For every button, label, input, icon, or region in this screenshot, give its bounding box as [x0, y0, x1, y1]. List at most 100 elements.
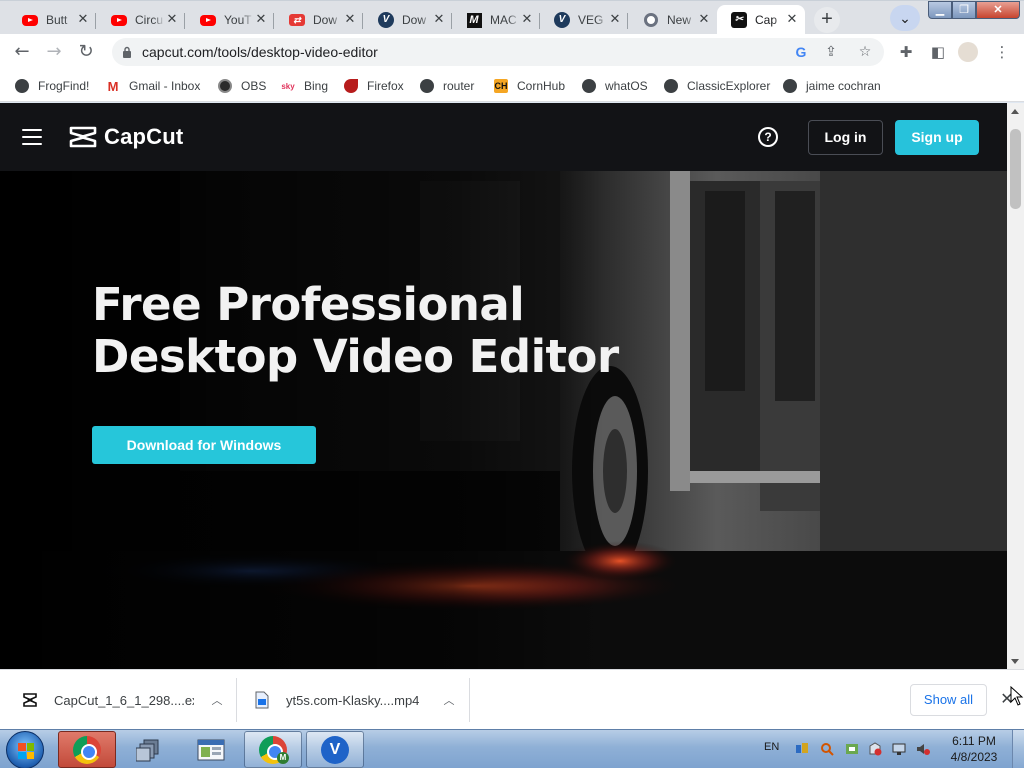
close-icon[interactable]: ✕: [343, 13, 357, 27]
forward-arrow-icon[interactable]: →: [40, 38, 68, 66]
taskbar-chrome-profile[interactable]: M: [244, 731, 302, 768]
v-icon: V: [554, 12, 570, 28]
extensions-puzzle-icon[interactable]: ✚: [896, 42, 916, 62]
windows-stack-icon: [136, 739, 159, 761]
close-icon[interactable]: ✕: [608, 13, 622, 27]
tab-title: VEG: [578, 13, 604, 27]
tab-6[interactable]: M MAC ✕: [452, 5, 540, 35]
search-magnifier-icon[interactable]: [820, 742, 834, 756]
brand-name: CapCut: [104, 124, 184, 149]
tab-2[interactable]: Circu ✕: [97, 5, 185, 35]
tab-3[interactable]: YouT ✕: [186, 5, 274, 35]
tab-search-chevron-icon[interactable]: ⌄: [890, 5, 920, 31]
scroll-down-arrow-icon[interactable]: [1011, 659, 1019, 664]
windows-flag-icon: [18, 743, 34, 759]
network-monitor-icon[interactable]: [892, 742, 906, 756]
page-scrollbar[interactable]: [1007, 103, 1024, 669]
close-icon[interactable]: ✕: [697, 13, 711, 27]
tab-title: Butt: [46, 13, 68, 27]
shield-tray-icon[interactable]: [845, 742, 859, 756]
language-indicator[interactable]: EN: [764, 741, 779, 753]
hero-title-line-2: Desktop Video Editor: [92, 330, 619, 383]
bookmark-whatos[interactable]: whatOS: [582, 76, 648, 96]
volume-muted-icon[interactable]: [916, 742, 930, 756]
bookmark-label: Bing: [304, 79, 329, 93]
taskbar-chrome-active[interactable]: [58, 731, 116, 768]
bookmark-obs[interactable]: OBS: [218, 76, 266, 96]
gmail-icon: M: [106, 78, 120, 94]
google-translate-icon[interactable]: G: [792, 43, 810, 61]
url-text[interactable]: capcut.com/tools/desktop-video-editor: [142, 38, 378, 66]
bookmark-label: Gmail - Inbox: [129, 79, 201, 93]
system-clock[interactable]: 6:11 PM 4/8/2023: [944, 733, 1004, 765]
download-for-windows-button[interactable]: Download for Windows: [92, 426, 316, 464]
action-center-alert-icon[interactable]: [868, 742, 882, 756]
close-icon[interactable]: ✕: [165, 13, 179, 27]
show-all-downloads-button[interactable]: Show all: [910, 684, 987, 716]
close-icon[interactable]: ✕: [432, 13, 446, 27]
bookmark-jaime-cochran[interactable]: jaime cochran: [783, 76, 881, 96]
bookmark-router[interactable]: router: [420, 76, 474, 96]
bookmark-star-icon[interactable]: ☆: [856, 43, 874, 61]
download-item-capcut[interactable]: CapCut_1_6_1_298....exe ︿: [22, 678, 224, 722]
side-panel-icon[interactable]: ◧: [928, 42, 948, 62]
window-minimize-button[interactable]: ▁: [928, 1, 952, 19]
taskbar-task-view[interactable]: [120, 731, 178, 768]
close-icon[interactable]: ✕: [520, 13, 534, 27]
download-item-mp4[interactable]: yt5s.com-Klasky....mp4 ︿: [254, 678, 456, 722]
obs-icon: [218, 79, 232, 93]
tab-1[interactable]: Butt ✕: [8, 5, 96, 35]
back-arrow-icon[interactable]: ←: [8, 38, 36, 66]
help-icon[interactable]: ?: [758, 127, 778, 147]
show-desktop-button[interactable]: [1012, 730, 1024, 768]
ch-icon: CH: [494, 79, 508, 93]
tab-8[interactable]: New ✕: [629, 5, 717, 35]
window-restore-button[interactable]: ❐: [952, 1, 976, 19]
taskbar-v-app[interactable]: V: [306, 731, 364, 768]
tab-title: MAC: [490, 13, 517, 27]
hero-section: Free Professional Desktop Video Editor D…: [0, 171, 1007, 669]
profile-badge: M: [277, 752, 289, 764]
scroll-up-arrow-icon[interactable]: [1011, 109, 1019, 114]
window-close-button[interactable]: ✕: [976, 1, 1020, 19]
bookmark-cornhub[interactable]: CH CornHub: [494, 76, 565, 96]
windows-taskbar: M V EN 6:11 PM 4/8/2023: [0, 729, 1024, 768]
bookmark-bing[interactable]: sky Bing: [281, 76, 328, 96]
close-icon[interactable]: ✕: [254, 13, 268, 27]
address-bar[interactable]: capcut.com/tools/desktop-video-editor G …: [112, 38, 884, 66]
login-button[interactable]: Log in: [808, 120, 883, 155]
close-icon[interactable]: ✕: [785, 13, 799, 27]
start-button[interactable]: [6, 731, 44, 768]
globe-icon: [664, 79, 678, 93]
close-icon[interactable]: ✕: [76, 13, 90, 27]
bookmark-firefox[interactable]: Firefox: [344, 76, 404, 96]
bookmark-frogfind[interactable]: FrogFind!: [15, 76, 89, 96]
reload-icon[interactable]: ↻: [72, 38, 100, 66]
tab-4[interactable]: ⇄ Dow ✕: [275, 5, 363, 35]
chevron-up-icon[interactable]: ︿: [210, 692, 224, 708]
chevron-up-icon[interactable]: ︿: [442, 692, 456, 708]
tab-capcut-active[interactable]: ✂ Cap ✕: [717, 5, 805, 35]
youtube-icon: [22, 12, 38, 28]
new-tab-button[interactable]: +: [814, 7, 840, 33]
capcut-navbar: CapCut ? Log in Sign up: [0, 103, 1007, 171]
hero-background-image: [0, 171, 1007, 669]
share-icon[interactable]: ⇪: [822, 43, 840, 61]
bookmark-label: Firefox: [367, 79, 404, 93]
menu-kebab-icon[interactable]: ⋮: [992, 42, 1012, 62]
globe-icon: [15, 79, 29, 93]
taskbar-explorer[interactable]: [182, 731, 240, 768]
profile-avatar[interactable]: [958, 42, 978, 62]
youtube-icon: [200, 12, 216, 28]
capcut-logo[interactable]: CapCut: [68, 124, 183, 150]
tab-7[interactable]: V VEG ✕: [540, 5, 628, 35]
network-flag-icon[interactable]: [795, 742, 809, 756]
tab-title: Dow: [313, 13, 338, 27]
hamburger-menu-icon[interactable]: [22, 129, 42, 145]
signup-button[interactable]: Sign up: [895, 120, 979, 155]
browser-toolbar: ← → ↻ capcut.com/tools/desktop-video-edi…: [0, 34, 1024, 70]
bookmark-classicexplorer[interactable]: ClassicExplorer: [664, 76, 770, 96]
tab-5[interactable]: V Dow ✕: [364, 5, 452, 35]
scrollbar-thumb[interactable]: [1010, 129, 1021, 209]
bookmark-gmail[interactable]: M Gmail - Inbox: [106, 76, 200, 96]
